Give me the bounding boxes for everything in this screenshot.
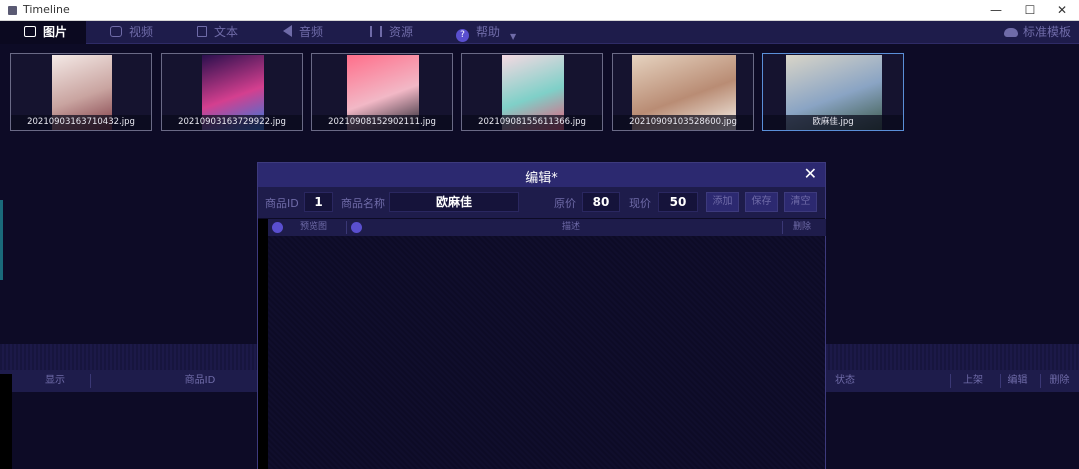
close-window-button[interactable]: ✕ bbox=[1045, 0, 1079, 21]
app-icon bbox=[8, 6, 17, 15]
thumbnail-filename: 20210909103528600.jpg bbox=[613, 115, 753, 130]
current-price-field[interactable]: 50 bbox=[658, 192, 698, 212]
edit-dialog: 编辑* ✕ 商品ID 1 商品名称 欧麻佳 原价 80 现价 50 添加 保存 … bbox=[257, 162, 826, 469]
product-name-field[interactable]: 欧麻佳 bbox=[389, 192, 519, 212]
original-price-field[interactable]: 80 bbox=[582, 192, 620, 212]
tab-resources[interactable]: 资源 bbox=[370, 21, 440, 44]
column-header-edit[interactable]: 编辑 bbox=[1000, 370, 1035, 392]
select-all-icon[interactable] bbox=[272, 222, 283, 233]
video-icon bbox=[110, 26, 122, 37]
gallery-thumbnail[interactable]: 欧麻佳.jpg bbox=[762, 53, 904, 131]
original-price-label: 原价 bbox=[554, 197, 576, 210]
tab-pictures[interactable]: 图片 bbox=[0, 21, 86, 44]
product-form: 商品ID 1 商品名称 欧麻佳 原价 80 现价 50 添加 保存 清空 bbox=[258, 187, 825, 218]
column-header-show[interactable]: 显示 bbox=[30, 370, 80, 392]
picture-icon bbox=[24, 26, 36, 37]
table-row-indicator bbox=[0, 374, 12, 469]
tab-text[interactable]: 文本 bbox=[197, 21, 267, 44]
image-grid-header: 预览图 描述 删除 bbox=[268, 219, 826, 236]
image-gallery: 20210903163710432.jpg 20210903163729922.j… bbox=[0, 44, 1079, 144]
column-separator bbox=[90, 374, 91, 388]
column-separator bbox=[950, 374, 951, 388]
thumbnail-filename: 欧麻佳.jpg bbox=[763, 115, 903, 130]
grid-row-header bbox=[258, 219, 268, 469]
product-id-field[interactable]: 1 bbox=[304, 192, 333, 212]
dialog-titlebar: 编辑* ✕ bbox=[258, 163, 825, 187]
dialog-close-button[interactable]: ✕ bbox=[804, 164, 817, 183]
template-button[interactable]: 标准模板 bbox=[1003, 21, 1071, 44]
tab-audio[interactable]: 音频 bbox=[283, 21, 353, 44]
gallery-thumbnail[interactable]: 20210903163710432.jpg bbox=[10, 53, 152, 131]
thumbnail-filename: 20210908152902111.jpg bbox=[312, 115, 452, 130]
thumbnail-filename: 20210903163729922.jpg bbox=[162, 115, 302, 130]
column-separator bbox=[346, 221, 347, 234]
cloud-icon bbox=[1003, 28, 1018, 37]
column-header-preview[interactable]: 预览图 bbox=[300, 219, 327, 236]
gallery-thumbnail[interactable]: 20210908152902111.jpg bbox=[311, 53, 453, 131]
column-separator bbox=[782, 221, 783, 234]
tab-help[interactable]: ? 帮助 bbox=[456, 21, 516, 44]
dialog-title: 编辑* bbox=[525, 171, 558, 186]
product-id-label: 商品ID bbox=[265, 197, 299, 210]
gallery-thumbnail[interactable]: 20210903163729922.jpg bbox=[161, 53, 303, 131]
column-header-status[interactable]: 状态 bbox=[820, 370, 870, 392]
thumbnail-filename: 20210903163710432.jpg bbox=[11, 115, 151, 130]
maximize-button[interactable]: ☐ bbox=[1013, 0, 1047, 21]
description-help-icon[interactable] bbox=[351, 222, 362, 233]
tab-video[interactable]: 视频 bbox=[110, 21, 180, 44]
window-title: Timeline bbox=[23, 3, 70, 16]
chevron-down-icon[interactable]: ▼ bbox=[510, 32, 516, 41]
column-header-listed[interactable]: 上架 bbox=[953, 370, 993, 392]
gallery-thumbnail[interactable]: 20210909103528600.jpg bbox=[612, 53, 754, 131]
document-icon bbox=[197, 26, 207, 37]
column-header-delete[interactable]: 删除 bbox=[793, 219, 811, 236]
resource-icon bbox=[370, 26, 382, 37]
save-button[interactable]: 保存 bbox=[745, 192, 778, 212]
add-button[interactable]: 添加 bbox=[706, 192, 739, 212]
help-icon: ? bbox=[456, 29, 469, 42]
window-titlebar: Timeline — ☐ ✕ bbox=[0, 0, 1079, 21]
image-grid-body bbox=[268, 236, 825, 469]
product-name-label: 商品名称 bbox=[341, 197, 385, 210]
column-header-description[interactable]: 描述 bbox=[562, 219, 580, 236]
thumbnail-filename: 20210908155611366.jpg bbox=[462, 115, 602, 130]
clear-button[interactable]: 清空 bbox=[784, 192, 817, 212]
current-price-label: 现价 bbox=[629, 197, 651, 210]
menu-bar: 图片 视频 文本 音频 资源 ? 帮助 标准模板 bbox=[0, 21, 1079, 44]
audio-icon bbox=[283, 25, 292, 37]
minimize-button[interactable]: — bbox=[979, 0, 1013, 21]
scroll-indicator bbox=[0, 200, 3, 280]
gallery-thumbnail[interactable]: 20210908155611366.jpg bbox=[461, 53, 603, 131]
column-header-product-id[interactable]: 商品ID bbox=[165, 370, 235, 392]
column-header-delete[interactable]: 删除 bbox=[1040, 370, 1079, 392]
